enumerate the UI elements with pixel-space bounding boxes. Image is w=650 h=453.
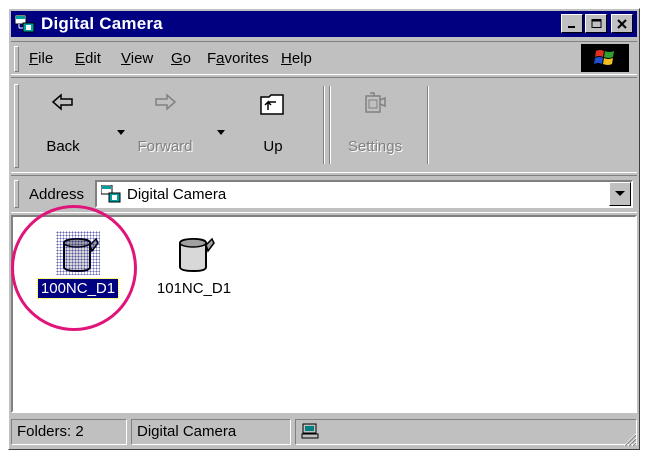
status-zone (295, 419, 637, 445)
windows-logo (581, 44, 629, 72)
back-arrow-icon (51, 93, 73, 111)
computer-icon (301, 423, 319, 439)
explorer-window: Digital Camera File Edit View Go Favorit… (8, 8, 640, 450)
forward-dropdown-icon[interactable] (217, 130, 225, 136)
forward-label: Forward (137, 138, 193, 155)
address-grip[interactable] (14, 180, 19, 208)
chevron-down-icon (615, 191, 625, 196)
folder-item-100nc-d1[interactable]: 100NC_D1 (23, 231, 133, 299)
menu-view[interactable]: View (121, 50, 153, 67)
folder-view[interactable]: 100NC_D1 101NC_D1 (11, 215, 637, 413)
title-bar[interactable]: Digital Camera (11, 11, 637, 37)
address-input[interactable]: Digital Camera (95, 180, 633, 208)
settings-button[interactable]: Settings (345, 84, 405, 164)
close-icon (617, 18, 627, 29)
camera-folder-icon (101, 185, 121, 203)
forward-button[interactable]: Forward (135, 84, 195, 164)
menu-bar: File Edit View Go Favorites Help (11, 41, 637, 75)
minimize-button[interactable] (561, 14, 583, 33)
maximize-button[interactable] (585, 14, 607, 33)
folder-label: 101NC_D1 (156, 280, 232, 297)
up-label: Up (263, 138, 283, 155)
menu-favorites[interactable]: Favorites (207, 50, 269, 67)
settings-label: Settings (347, 138, 403, 155)
toolbar-grip[interactable] (14, 84, 19, 168)
status-location: Digital Camera (131, 419, 291, 445)
up-button[interactable]: Up (243, 84, 303, 164)
address-label: Address (29, 186, 85, 203)
camera-folder-icon (15, 15, 35, 33)
window-title: Digital Camera (41, 14, 163, 33)
minimize-icon (568, 25, 575, 28)
resize-grip-icon[interactable] (619, 429, 637, 447)
toolbar-separator (427, 86, 429, 164)
camera-folder-icon (179, 237, 215, 273)
menu-help[interactable]: Help (281, 50, 312, 67)
forward-arrow-icon (155, 93, 177, 111)
menu-go[interactable]: Go (171, 50, 191, 67)
standard-toolbar: Back Forward Up Settings (11, 77, 637, 173)
status-folder-count: Folders: 2 (11, 419, 127, 445)
camera-settings-icon (365, 92, 386, 113)
close-button[interactable] (611, 14, 633, 33)
toolbar-separator (329, 86, 331, 164)
back-label: Back (46, 138, 80, 155)
toolbar-separator (323, 86, 325, 164)
menu-grip[interactable] (14, 46, 19, 72)
maximize-icon (591, 18, 601, 28)
windows-flag-icon (594, 50, 614, 65)
back-button[interactable]: Back (33, 84, 93, 164)
menu-file[interactable]: File (29, 50, 53, 67)
folder-item-101nc-d1[interactable]: 101NC_D1 (139, 231, 249, 298)
address-bar: Address Digital Camera (11, 175, 637, 213)
back-dropdown-icon[interactable] (117, 130, 125, 136)
folder-label: 100NC_D1 (36, 278, 120, 299)
address-value: Digital Camera (127, 186, 227, 203)
address-dropdown-button[interactable] (609, 182, 631, 206)
status-bar: Folders: 2 Digital Camera (11, 417, 637, 447)
camera-folder-icon (63, 237, 99, 273)
up-folder-icon (260, 94, 284, 115)
menu-edit[interactable]: Edit (75, 50, 101, 67)
